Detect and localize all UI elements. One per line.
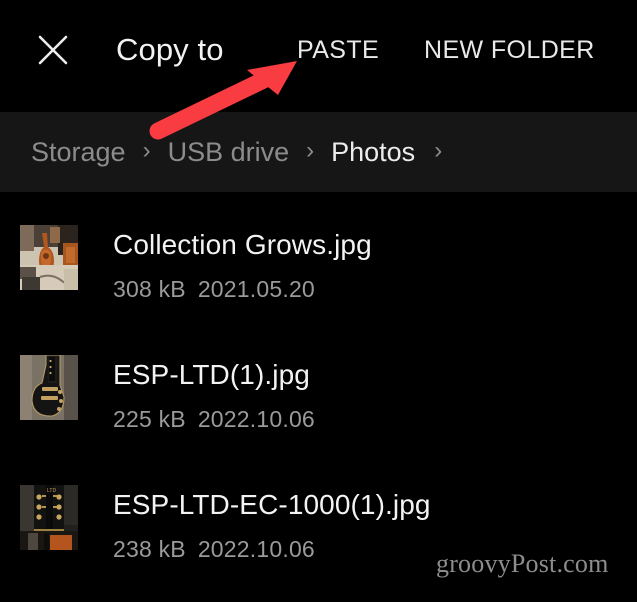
file-name: Collection Grows.jpg (113, 229, 372, 260)
table-row[interactable]: ESP-LTD(1).jpg 225 kB 2022.10.06 (0, 322, 637, 452)
watermark: groovyPost.com (436, 549, 609, 578)
chevron-right-icon: › (434, 137, 443, 164)
file-meta: 308 kB 2021.05.20 (113, 276, 315, 303)
chevron-right-icon: › (306, 137, 315, 164)
file-size: 308 kB (113, 276, 186, 302)
file-list: Collection Grows.jpg 308 kB 2021.05.20 E… (0, 192, 637, 602)
file-date: 2022.10.06 (197, 536, 315, 562)
file-meta: 238 kB 2022.10.06 (113, 536, 315, 563)
file-manager-screen: Copy to PASTE NEW FOLDER Storage › USB d… (0, 0, 637, 602)
paste-button[interactable]: PASTE (297, 33, 379, 67)
file-size: 238 kB (113, 536, 186, 562)
file-name: ESP-LTD-EC-1000(1).jpg (113, 489, 431, 520)
breadcrumb-item-usb-drive[interactable]: USB drive (168, 137, 290, 168)
chevron-right-icon: › (142, 137, 151, 164)
file-date: 2021.05.20 (197, 276, 315, 302)
new-folder-button[interactable]: NEW FOLDER (424, 33, 595, 67)
breadcrumb-item-storage[interactable]: Storage (31, 137, 126, 168)
page-title: Copy to (116, 32, 224, 67)
close-button[interactable] (32, 29, 74, 71)
file-date: 2022.10.06 (197, 406, 315, 432)
black-electric-guitar-thumbnail (20, 355, 78, 420)
file-name: ESP-LTD(1).jpg (113, 359, 310, 390)
guitar-headstock-closeup-thumbnail: LTD (20, 485, 78, 550)
acoustic-guitars-on-floor-thumbnail (20, 225, 78, 290)
breadcrumb: Storage › USB drive › Photos › (0, 112, 637, 192)
svg-text:LTD: LTD (47, 488, 56, 494)
file-meta: 225 kB 2022.10.06 (113, 406, 315, 433)
close-x-icon (36, 33, 70, 67)
top-action-bar: Copy to PASTE NEW FOLDER (0, 0, 637, 112)
breadcrumb-item-photos[interactable]: Photos (331, 137, 415, 168)
file-size: 225 kB (113, 406, 186, 432)
table-row[interactable]: Collection Grows.jpg 308 kB 2021.05.20 (0, 192, 637, 322)
